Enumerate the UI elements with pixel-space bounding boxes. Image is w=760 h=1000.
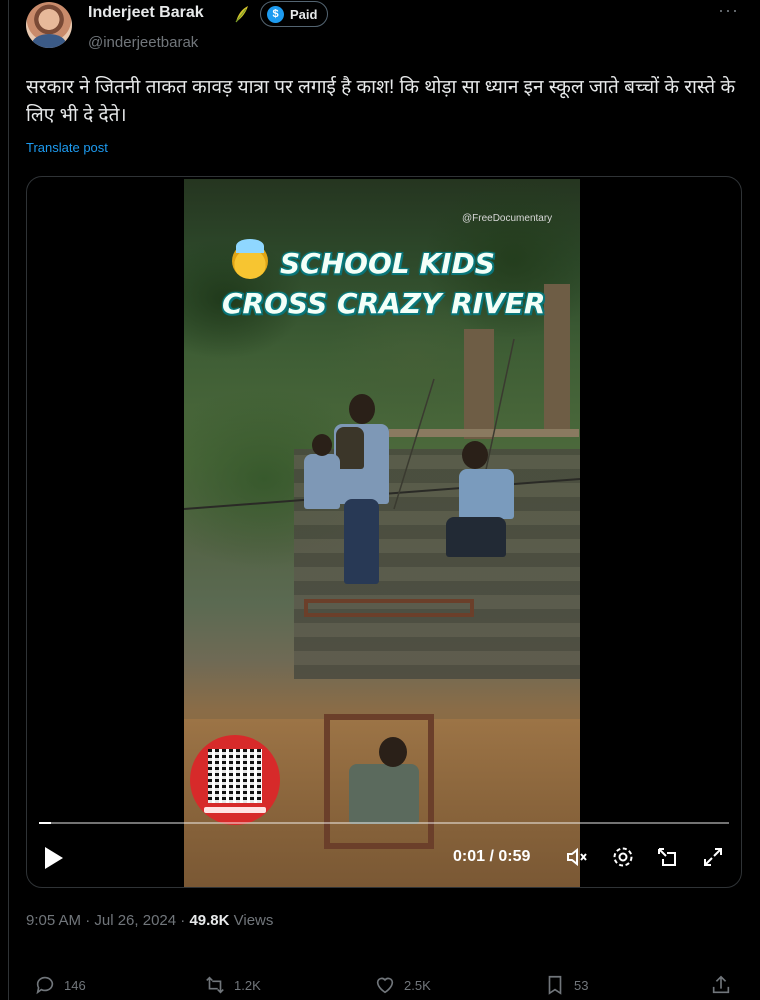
child-figure-2: [304, 454, 340, 509]
reply-icon: [36, 976, 54, 995]
translate-post-link[interactable]: Translate post: [26, 140, 108, 155]
bookmark-icon: [548, 975, 562, 995]
video-frame[interactable]: @FreeDocumentary SCHOOL KIDS CROSS CRAZY…: [184, 179, 580, 887]
child-legs-3: [446, 517, 506, 557]
avatar[interactable]: [26, 2, 72, 48]
share-icon: [712, 975, 730, 994]
share-button[interactable]: [710, 974, 732, 996]
reply-count: 146: [64, 977, 86, 993]
thread-line: [8, 0, 9, 1000]
dollar-coin-icon: $: [267, 5, 284, 23]
child-head-3: [462, 441, 488, 469]
settings-icon[interactable]: [611, 845, 635, 869]
reply-button[interactable]: 146: [34, 974, 86, 996]
child-legs: [344, 499, 379, 584]
video-overlay-title-line2: CROSS CRAZY RIVER: [222, 287, 546, 320]
like-button[interactable]: 2.5K: [374, 974, 431, 996]
exploding-head-emoji-icon: [232, 239, 268, 279]
backpack: [336, 427, 364, 469]
post-timestamp: 9:05 AM · Jul 26, 2024 · 49.8K Views: [26, 912, 273, 929]
video-progress-bar[interactable]: [39, 822, 729, 824]
cart-top: [304, 599, 474, 617]
fullscreen-icon[interactable]: [701, 845, 725, 869]
bookmark-count: 53: [574, 977, 589, 993]
picture-in-picture-icon[interactable]: [655, 845, 679, 869]
play-icon[interactable]: [45, 847, 63, 869]
more-options-icon[interactable]: ···: [718, 0, 739, 21]
post-time[interactable]: 9:05 AM · Jul 26, 2024 ·: [26, 912, 189, 929]
paid-label: Paid: [290, 6, 318, 22]
video-watermark: @FreeDocumentary: [462, 213, 553, 224]
child-in-cart: [349, 764, 419, 824]
leaf-emoji-icon: [235, 6, 248, 23]
video-player[interactable]: @FreeDocumentary SCHOOL KIDS CROSS CRAZY…: [26, 176, 742, 888]
tweet-text: सरकार ने जितनी ताकत कावड़ यात्रा पर लगाई…: [26, 77, 736, 126]
heart-icon: [376, 977, 394, 994]
bookmark-button[interactable]: 53: [544, 974, 588, 996]
qr-code-icon: [208, 749, 262, 803]
repost-icon: [206, 976, 224, 994]
author-handle[interactable]: @inderjeetbarak: [88, 34, 198, 51]
video-overlay-title-line1: SCHOOL KIDS: [280, 247, 495, 280]
child-head-2: [312, 434, 332, 456]
views-count: 49.8K: [189, 912, 230, 929]
child-in-cart-head: [379, 737, 407, 767]
paid-badge[interactable]: $ Paid: [260, 1, 329, 27]
views-label: Views: [229, 912, 274, 929]
action-bar: 146 1.2K 2.5K 53: [0, 970, 760, 1000]
mute-icon[interactable]: [565, 845, 589, 869]
like-count: 2.5K: [404, 977, 431, 993]
child-head: [349, 394, 375, 424]
video-timecode: 0:01 / 0:59: [453, 848, 531, 865]
repost-button[interactable]: 1.2K: [204, 974, 261, 996]
child-figure-3: [459, 469, 514, 519]
qr-code-badge: [190, 735, 280, 825]
author-name[interactable]: Inderjeet Barak: [88, 4, 204, 22]
repost-count: 1.2K: [234, 977, 261, 993]
